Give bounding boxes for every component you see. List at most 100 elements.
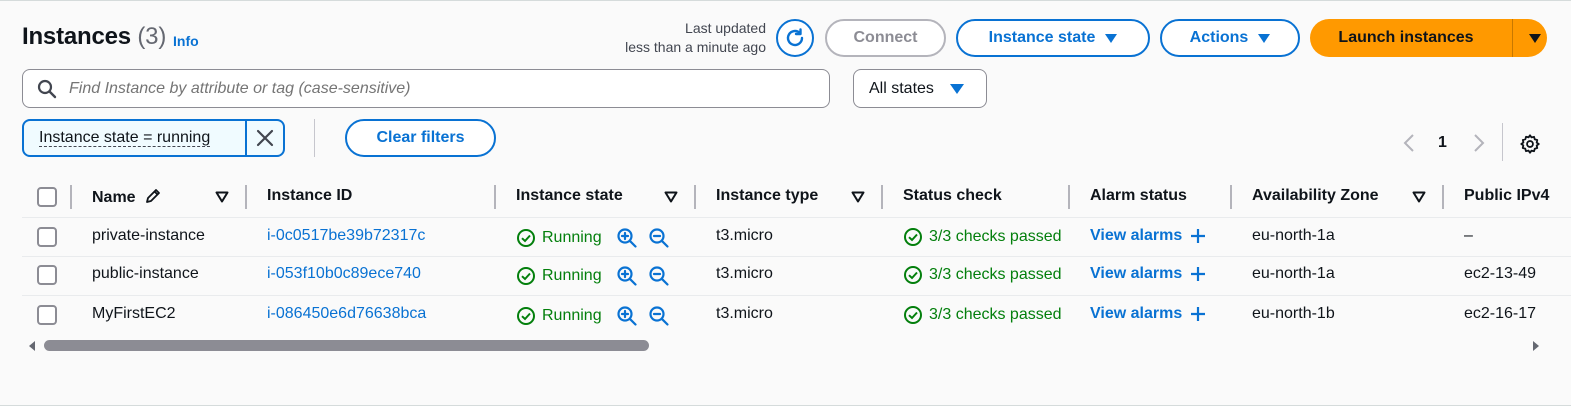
availability-zone: eu-north-1a: [1252, 227, 1335, 244]
zoom-in-icon[interactable]: [616, 227, 638, 249]
plus-icon: [1191, 229, 1206, 243]
scroll-right-arrow-icon[interactable]: [1531, 340, 1541, 352]
filter-token-label[interactable]: Instance state = running: [24, 129, 245, 147]
filter-token: Instance state = running: [22, 119, 285, 157]
view-alarms-label: View alarms: [1090, 227, 1183, 244]
column-separator: [245, 185, 247, 209]
instance-id-link[interactable]: i-053f10b0c89ece740: [267, 265, 421, 283]
sort-triangle-icon[interactable]: [851, 191, 865, 203]
scroll-left-arrow-icon[interactable]: [27, 340, 37, 352]
check-circle-icon: [517, 307, 535, 325]
zoom-out-icon[interactable]: [648, 227, 670, 249]
pager-divider: [1502, 123, 1503, 161]
page-number[interactable]: 1: [1438, 134, 1447, 152]
column-name[interactable]: Name: [92, 187, 162, 207]
view-alarms-label: View alarms: [1090, 265, 1183, 282]
table-row[interactable]: MyFirstEC2 i-086450e6d76638bca Running t…: [0, 295, 1571, 334]
view-alarms-link[interactable]: View alarms: [1090, 227, 1206, 245]
clear-filters-label: Clear filters: [376, 129, 465, 146]
row-checkbox[interactable]: [37, 265, 57, 285]
column-instance-id[interactable]: Instance ID: [267, 187, 352, 205]
states-select-value: All states: [869, 79, 934, 97]
check-circle-icon: [517, 267, 535, 285]
zoom-in-icon[interactable]: [616, 265, 638, 287]
instance-name: public-instance: [92, 265, 199, 282]
sort-triangle-icon[interactable]: [664, 191, 678, 203]
states-select[interactable]: All states: [853, 69, 987, 108]
instance-state-label: Instance state: [988, 29, 1096, 46]
last-updated-label: Last updated: [685, 20, 766, 36]
search-input[interactable]: [69, 79, 809, 98]
column-alarm-status[interactable]: Alarm status: [1090, 187, 1187, 205]
chevron-left-icon[interactable]: [1402, 133, 1416, 153]
column-instance-state[interactable]: Instance state: [516, 187, 623, 205]
pencil-icon: [146, 189, 160, 203]
column-status-check[interactable]: Status check: [903, 187, 1002, 205]
instance-type: t3.micro: [716, 305, 773, 322]
gear-icon[interactable]: [1519, 133, 1541, 155]
public-ipv4-dns: –: [1464, 227, 1473, 244]
connect-button[interactable]: Connect: [825, 19, 946, 57]
zoom-out-icon[interactable]: [648, 305, 670, 327]
view-alarms-link[interactable]: View alarms: [1090, 265, 1206, 283]
instance-type: t3.micro: [716, 265, 773, 282]
instance-state-cell: Running: [516, 265, 670, 287]
launch-dropdown-button[interactable]: [1523, 19, 1547, 57]
info-link[interactable]: Info: [173, 33, 199, 49]
caret-down-icon: [949, 83, 964, 94]
column-availability-zone[interactable]: Availability Zone: [1252, 187, 1379, 205]
instance-state-text: Running: [542, 267, 602, 284]
search-box: [22, 69, 830, 108]
status-check-cell: 3/3 checks passed: [903, 265, 1071, 285]
status-check-text: 3/3 checks passed: [929, 228, 1062, 245]
instance-name: MyFirstEC2: [92, 305, 176, 322]
instance-count: (3): [137, 23, 167, 50]
connect-label: Connect: [853, 29, 918, 46]
view-alarms-link[interactable]: View alarms: [1090, 305, 1206, 323]
zoom-in-icon[interactable]: [616, 305, 638, 327]
check-circle-icon: [517, 229, 535, 247]
instance-state-text: Running: [542, 229, 602, 246]
remove-filter-button[interactable]: [245, 121, 283, 155]
row-checkbox[interactable]: [37, 227, 57, 247]
column-instance-type[interactable]: Instance type: [716, 187, 818, 205]
refresh-icon: [786, 28, 804, 47]
instances-panel: Instances (3) Info Last updated less tha…: [0, 0, 1571, 406]
instance-id-link[interactable]: i-0c0517be39b72317c: [267, 227, 425, 245]
column-separator: [1442, 185, 1444, 209]
instance-type: t3.micro: [716, 227, 773, 244]
split-divider: [1512, 19, 1513, 57]
column-separator: [1068, 185, 1070, 209]
instance-id-link[interactable]: i-086450e6d76638bca: [267, 305, 426, 323]
instance-state-button[interactable]: Instance state: [956, 19, 1150, 57]
column-separator: [70, 185, 72, 209]
row-checkbox[interactable]: [37, 305, 57, 325]
zoom-out-icon[interactable]: [648, 265, 670, 287]
column-public-ipv4[interactable]: Public IPv4: [1464, 187, 1571, 205]
sort-triangle-icon[interactable]: [1412, 191, 1426, 203]
availability-zone: eu-north-1a: [1252, 265, 1335, 282]
table-row[interactable]: private-instance i-0c0517be39b72317c Run…: [0, 217, 1571, 256]
plus-icon: [1191, 267, 1206, 281]
chevron-right-icon[interactable]: [1472, 133, 1486, 153]
column-separator: [881, 185, 883, 209]
refresh-button[interactable]: [776, 19, 814, 57]
status-check-text: 3/3 checks passed: [929, 306, 1062, 323]
instance-state-cell: Running: [516, 305, 670, 327]
column-name-label: Name: [92, 189, 136, 206]
column-separator: [694, 185, 696, 209]
check-circle-icon: [904, 228, 922, 246]
last-updated: Last updated less than a minute ago: [560, 19, 766, 57]
table-row[interactable]: public-instance i-053f10b0c89ece740 Runn…: [0, 256, 1571, 295]
horizontal-scrollbar-thumb[interactable]: [44, 340, 649, 351]
launch-instances-label: Launch instances: [1338, 29, 1474, 46]
search-icon: [37, 79, 57, 98]
caret-down-icon: [1258, 33, 1271, 43]
instance-name: private-instance: [92, 227, 205, 244]
actions-button[interactable]: Actions: [1160, 19, 1300, 57]
instance-state-cell: Running: [516, 227, 670, 249]
sort-triangle-icon[interactable]: [215, 191, 229, 203]
launch-instances-button[interactable]: Launch instances: [1310, 19, 1502, 57]
clear-filters-button[interactable]: Clear filters: [345, 119, 496, 157]
select-all-checkbox[interactable]: [37, 187, 57, 207]
